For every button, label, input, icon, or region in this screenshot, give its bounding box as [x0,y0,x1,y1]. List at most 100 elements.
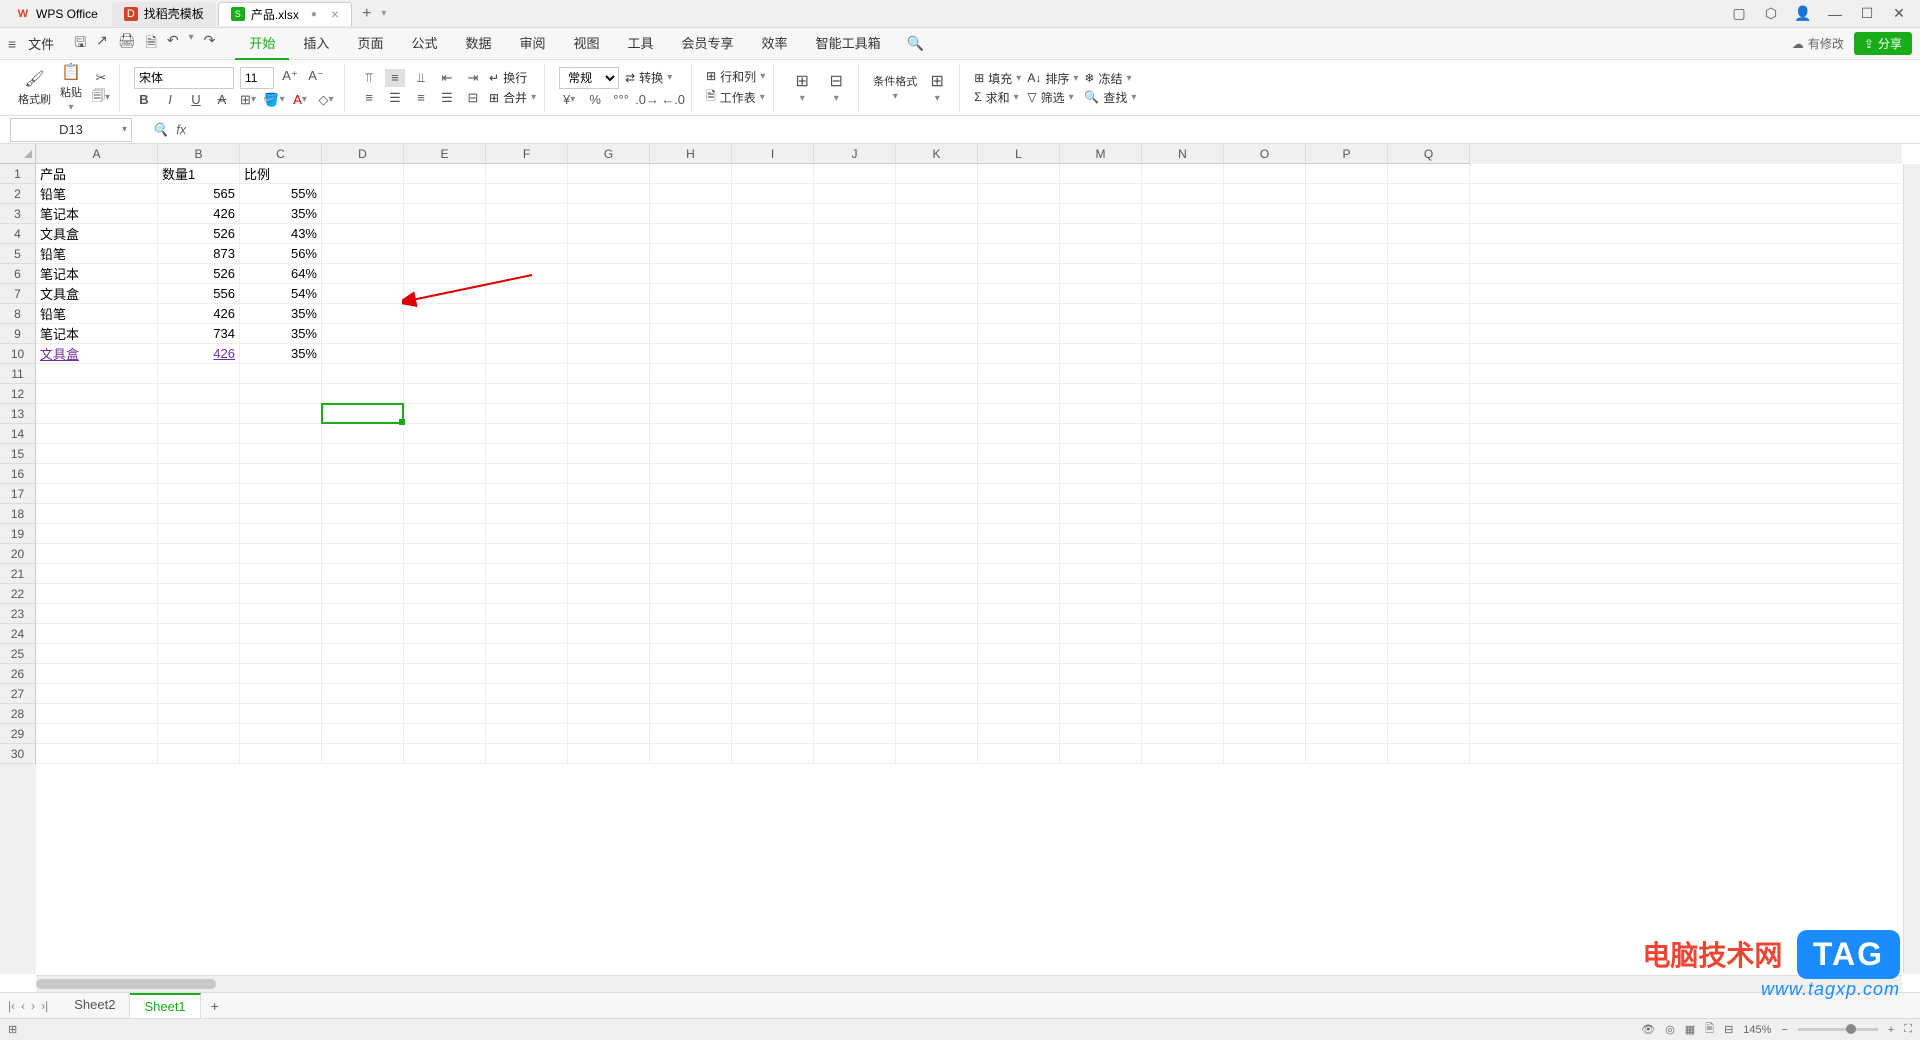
cell-G7[interactable] [568,284,650,303]
cell-I6[interactable] [732,264,814,283]
window-layout-icon[interactable]: ▢ [1730,5,1748,23]
col-header-O[interactable]: O [1224,144,1306,164]
cell-P19[interactable] [1306,524,1388,543]
cell-K25[interactable] [896,644,978,663]
find-button[interactable]: 🔍查找▾ [1084,89,1136,106]
currency-icon[interactable]: ¥▾ [559,91,579,109]
menu-tab-效率[interactable]: 效率 [748,27,802,60]
cell-D9[interactable] [322,324,404,343]
cell-O17[interactable] [1224,484,1306,503]
tab-dropdown-icon[interactable]: ▾ [381,8,386,19]
cell-L19[interactable] [978,524,1060,543]
cell-A23[interactable] [36,604,158,623]
cell-C14[interactable] [240,424,322,443]
undo-icon[interactable]: ↶ [167,32,179,56]
new-tab-button[interactable]: + [354,5,379,23]
cell-P17[interactable] [1306,484,1388,503]
cell-N20[interactable] [1142,544,1224,563]
save-icon[interactable]: 🖫 [74,32,86,56]
cell-F27[interactable] [486,684,568,703]
file-menu[interactable]: 文件 [22,34,60,53]
cell-M29[interactable] [1060,724,1142,743]
cell-B26[interactable] [158,664,240,683]
cell-Q18[interactable] [1388,504,1470,523]
cell-I1[interactable] [732,164,814,183]
sum-button[interactable]: Σ求和▾ [974,89,1021,106]
cell-J17[interactable] [814,484,896,503]
cell-B2[interactable]: 565 [158,184,240,203]
cell-F4[interactable] [486,224,568,243]
cell-D6[interactable] [322,264,404,283]
cell-P2[interactable] [1306,184,1388,203]
cell-C18[interactable] [240,504,322,523]
cell-D8[interactable] [322,304,404,323]
font-size-input[interactable] [240,67,274,89]
cell-K23[interactable] [896,604,978,623]
cell-G1[interactable] [568,164,650,183]
cell-G13[interactable] [568,404,650,423]
cell-D21[interactable] [322,564,404,583]
add-sheet-button[interactable]: + [201,998,229,1014]
cut-icon[interactable]: ✂ [91,69,111,87]
cell-E14[interactable] [404,424,486,443]
app-tab[interactable]: W WPS Office [4,2,110,26]
cell-A11[interactable] [36,364,158,383]
row-header-20[interactable]: 20 [0,544,36,564]
cell-G20[interactable] [568,544,650,563]
comma-icon[interactable]: °°° [611,91,631,109]
row-header-5[interactable]: 5 [0,244,36,264]
cell-M2[interactable] [1060,184,1142,203]
cell-O8[interactable] [1224,304,1306,323]
cell-K18[interactable] [896,504,978,523]
cell-B14[interactable] [158,424,240,443]
col-header-A[interactable]: A [36,144,158,164]
sheet-tab-Sheet2[interactable]: Sheet2 [60,993,130,1018]
cell-K30[interactable] [896,744,978,763]
row-header-14[interactable]: 14 [0,424,36,444]
cell-A10[interactable]: 文具盒 [36,344,158,363]
cell-P30[interactable] [1306,744,1388,763]
cell-N3[interactable] [1142,204,1224,223]
cond-format-button[interactable]: 条件格式▾ [873,73,917,102]
cell-D17[interactable] [322,484,404,503]
cell-B16[interactable] [158,464,240,483]
cell-C12[interactable] [240,384,322,403]
cell-H1[interactable] [650,164,732,183]
hamburger-icon[interactable]: ≡ [8,36,16,52]
cell-G17[interactable] [568,484,650,503]
row-header-28[interactable]: 28 [0,704,36,724]
cell-Q19[interactable] [1388,524,1470,543]
cell-F17[interactable] [486,484,568,503]
cell-C4[interactable]: 43% [240,224,322,243]
cell-C21[interactable] [240,564,322,583]
cell-O9[interactable] [1224,324,1306,343]
cell-K8[interactable] [896,304,978,323]
cell-I22[interactable] [732,584,814,603]
cell-H4[interactable] [650,224,732,243]
cell-M10[interactable] [1060,344,1142,363]
cell-I4[interactable] [732,224,814,243]
cell-L17[interactable] [978,484,1060,503]
cell-F1[interactable] [486,164,568,183]
cell-M4[interactable] [1060,224,1142,243]
increase-indent-icon[interactable]: ⇥ [463,69,483,87]
cell-B28[interactable] [158,704,240,723]
strikethrough-icon[interactable]: A [212,91,232,109]
wrap-text-button[interactable]: ↵换行 [489,69,527,87]
cell-F29[interactable] [486,724,568,743]
align-left-icon[interactable]: ≡ [359,89,379,107]
cell-A24[interactable] [36,624,158,643]
cell-N1[interactable] [1142,164,1224,183]
cell-E12[interactable] [404,384,486,403]
cell-A17[interactable] [36,484,158,503]
cell-N10[interactable] [1142,344,1224,363]
cell-B8[interactable]: 426 [158,304,240,323]
redo-icon[interactable]: ↷ [204,32,216,56]
maximize-icon[interactable]: ☐ [1858,5,1876,23]
cell-J1[interactable] [814,164,896,183]
print-icon[interactable]: 🖨 [118,32,136,56]
cell-L2[interactable] [978,184,1060,203]
cell-P15[interactable] [1306,444,1388,463]
cell-N8[interactable] [1142,304,1224,323]
cell-K17[interactable] [896,484,978,503]
